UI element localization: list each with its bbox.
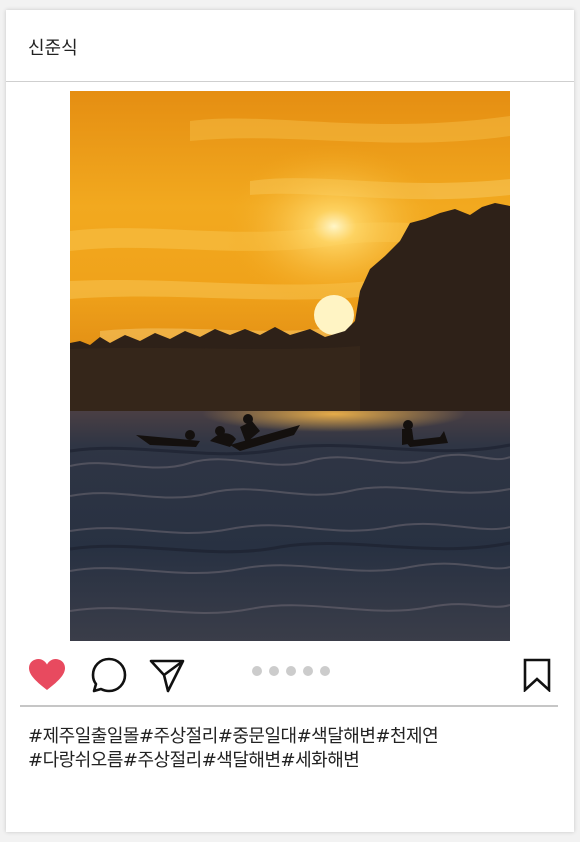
carousel-dot[interactable]	[320, 666, 330, 676]
carousel-dot[interactable]	[286, 666, 296, 676]
post-caption: #제주일출일몰#주상절리#중문일대#색달해변#천제연 #다랑쉬오름#주상절리#색…	[28, 725, 548, 773]
bookmark-icon[interactable]	[522, 658, 552, 693]
action-bar	[6, 650, 574, 706]
post-photo[interactable]	[70, 91, 510, 641]
carousel-dot[interactable]	[252, 666, 262, 676]
carousel-dot[interactable]	[303, 666, 313, 676]
divider	[20, 705, 558, 707]
heart-icon[interactable]	[28, 658, 66, 692]
post-header: 신준식	[6, 10, 574, 82]
username[interactable]: 신준식	[28, 34, 78, 60]
comment-icon[interactable]	[90, 656, 128, 694]
send-icon[interactable]	[148, 656, 186, 694]
caption-line[interactable]: #다랑쉬오름#주상절리#색달해변#세화해변	[28, 749, 548, 773]
caption-line[interactable]: #제주일출일몰#주상절리#중문일대#색달해변#천제연	[28, 725, 548, 749]
carousel-dot[interactable]	[269, 666, 279, 676]
post-card: 신준식 #제주일출일몰#주상절리#중문일대#색달해변#천제연 #다랑쉬오름#주상…	[6, 10, 574, 832]
